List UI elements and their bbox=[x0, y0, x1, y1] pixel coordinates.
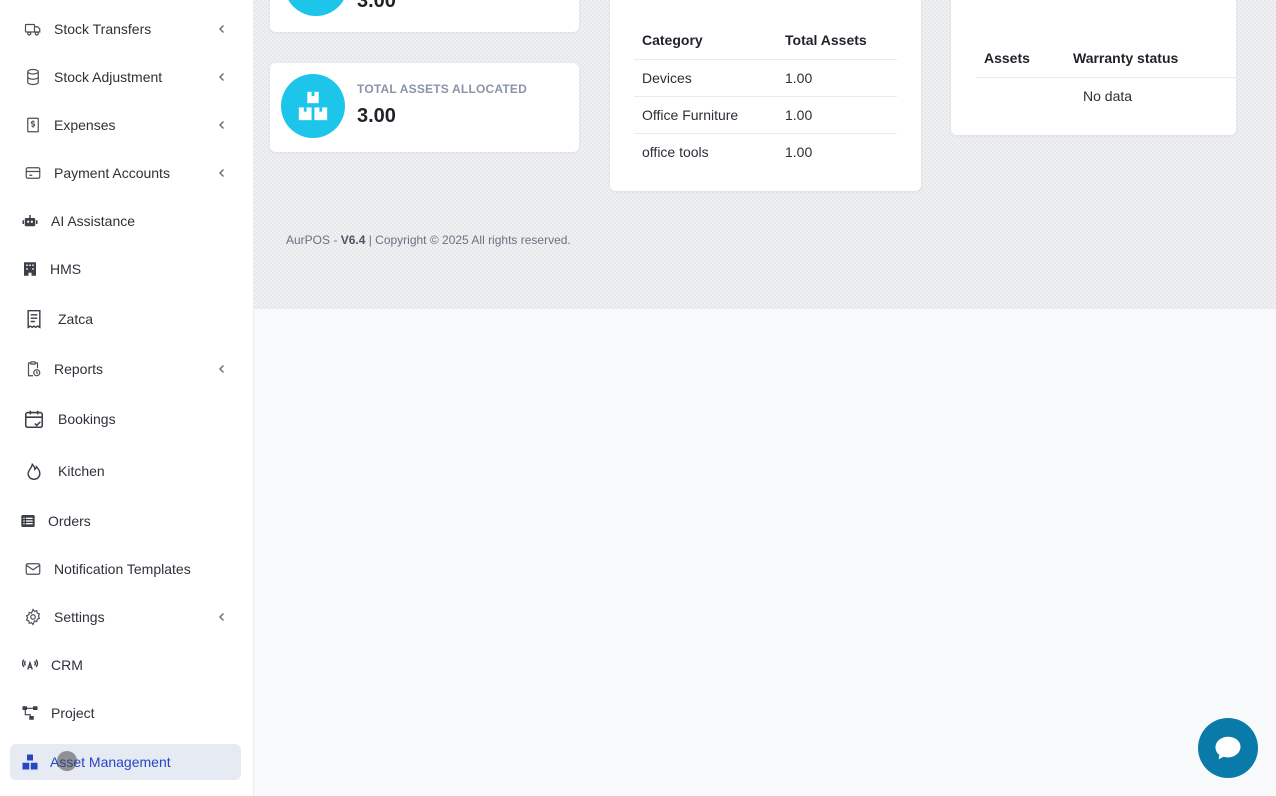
gear-icon bbox=[24, 608, 42, 626]
table-divider bbox=[634, 59, 897, 60]
sidebar-item-label: Kitchen bbox=[58, 463, 105, 479]
sidebar-item-expenses[interactable]: Expenses bbox=[10, 107, 241, 143]
sidebar-item-label: Stock Adjustment bbox=[54, 69, 163, 85]
chevron-left-icon bbox=[218, 120, 225, 130]
sidebar-item-orders[interactable]: Orders bbox=[10, 503, 241, 539]
sidebar-item-label: CRM bbox=[51, 657, 83, 673]
sidebar-item-project[interactable]: Project bbox=[10, 695, 241, 731]
sidebar-item-label: Expenses bbox=[54, 117, 116, 133]
footer-copyright: | Copyright © 2025 All rights reserved. bbox=[365, 233, 571, 247]
dollar-receipt-icon bbox=[24, 116, 42, 134]
sidebar-item-label: Payment Accounts bbox=[54, 165, 170, 181]
sidebar-item-label: AI Assistance bbox=[51, 213, 136, 229]
sidebar-item-ai-assistance[interactable]: AI Assistance bbox=[10, 203, 241, 239]
sidebar-item-zatca[interactable]: Zatca bbox=[10, 301, 241, 337]
sidebar-item-label: Orders bbox=[48, 513, 91, 529]
sidebar-item-payment-accounts[interactable]: Payment Accounts bbox=[10, 155, 241, 191]
sidebar-item-reports[interactable]: Reports bbox=[10, 351, 241, 387]
robot-icon bbox=[21, 212, 39, 230]
sidebar-item-label: Settings bbox=[54, 609, 105, 625]
sidebar-item-label: Notification Templates bbox=[54, 561, 191, 577]
table-divider bbox=[634, 133, 897, 134]
flame-icon bbox=[24, 460, 44, 482]
warranty-status-card: Assets Warranty status No data bbox=[951, 0, 1238, 135]
truck-icon bbox=[24, 20, 42, 38]
stat-card-top: 3.00 bbox=[270, 0, 579, 32]
sidebar-item-label: Bookings bbox=[58, 411, 116, 427]
table-header-category: Category bbox=[642, 32, 703, 48]
stat-value: 3.00 bbox=[357, 0, 396, 12]
footer: AurPOS - V6.4 | Copyright © 2025 All rig… bbox=[286, 233, 571, 247]
list-icon bbox=[20, 513, 36, 529]
table-cell-total: 1.00 bbox=[785, 70, 813, 86]
chevron-left-icon bbox=[218, 72, 225, 82]
building-icon bbox=[21, 260, 39, 278]
sidebar-item-crm[interactable]: CRM bbox=[10, 647, 241, 683]
table-header-warranty-status: Warranty status bbox=[1073, 50, 1179, 66]
stat-icon-circle bbox=[284, 0, 348, 16]
mouse-cursor bbox=[57, 751, 77, 771]
receipt-icon bbox=[24, 308, 44, 330]
content-blank-area bbox=[254, 309, 1276, 796]
sidebar-item-label: Reports bbox=[54, 361, 104, 377]
boxes-icon bbox=[21, 753, 39, 771]
chat-bubble-icon bbox=[1215, 736, 1241, 760]
sidebar-item-kitchen[interactable]: Kitchen bbox=[10, 453, 241, 489]
boxes-icon bbox=[281, 74, 345, 138]
envelope-icon bbox=[24, 560, 42, 578]
sidebar: Stock Transfers Stock Adjustment Expense… bbox=[0, 0, 254, 796]
sidebar-item-notification-templates[interactable]: Notification Templates bbox=[10, 551, 241, 587]
category-assets-card: Category Total Assets Devices 1.00 Offic… bbox=[610, 0, 921, 191]
chevron-left-icon bbox=[218, 364, 225, 374]
table-divider bbox=[634, 96, 897, 97]
sidebar-item-label: Zatca bbox=[58, 311, 94, 327]
sidebar-item-stock-transfers[interactable]: Stock Transfers bbox=[10, 11, 241, 47]
chevron-left-icon bbox=[218, 24, 225, 34]
chat-support-button[interactable] bbox=[1198, 718, 1258, 778]
stat-value: 3.00 bbox=[357, 105, 396, 127]
table-cell-category: Devices bbox=[642, 70, 692, 86]
project-tree-icon bbox=[21, 704, 39, 722]
chevron-left-icon bbox=[218, 168, 225, 178]
chevron-left-icon bbox=[218, 612, 225, 622]
footer-brand: AurPOS - bbox=[286, 233, 341, 247]
credit-card-icon bbox=[24, 164, 42, 182]
broadcast-icon bbox=[21, 656, 39, 674]
sidebar-item-stock-adjustment[interactable]: Stock Adjustment bbox=[10, 59, 241, 95]
empty-state-text: No data bbox=[1083, 88, 1133, 104]
table-divider bbox=[976, 77, 1238, 78]
sidebar-item-asset-management[interactable]: Asset Management bbox=[10, 744, 241, 780]
sidebar-item-settings[interactable]: Settings bbox=[10, 599, 241, 635]
clipboard-clock-icon bbox=[24, 360, 42, 378]
table-cell-category: office tools bbox=[642, 144, 709, 160]
table-header-assets: Assets bbox=[984, 50, 1030, 66]
table-header-total-assets: Total Assets bbox=[785, 32, 867, 48]
table-cell-total: 1.00 bbox=[785, 144, 813, 160]
table-cell-category: Office Furniture bbox=[642, 107, 739, 123]
table-cell-total: 1.00 bbox=[785, 107, 813, 123]
sidebar-item-bookings[interactable]: Bookings bbox=[10, 401, 241, 437]
database-icon bbox=[24, 68, 42, 86]
sidebar-item-label: HMS bbox=[50, 261, 82, 277]
sidebar-item-label: Project bbox=[51, 705, 95, 721]
footer-version: V6.4 bbox=[340, 233, 366, 247]
stat-label: TOTAL ASSETS ALLOCATED bbox=[357, 82, 527, 96]
sidebar-item-hms[interactable]: HMS bbox=[10, 251, 241, 287]
calendar-check-icon bbox=[23, 408, 45, 430]
sidebar-item-label: Stock Transfers bbox=[54, 21, 152, 37]
stat-card-allocated: TOTAL ASSETS ALLOCATED 3.00 bbox=[270, 63, 579, 152]
